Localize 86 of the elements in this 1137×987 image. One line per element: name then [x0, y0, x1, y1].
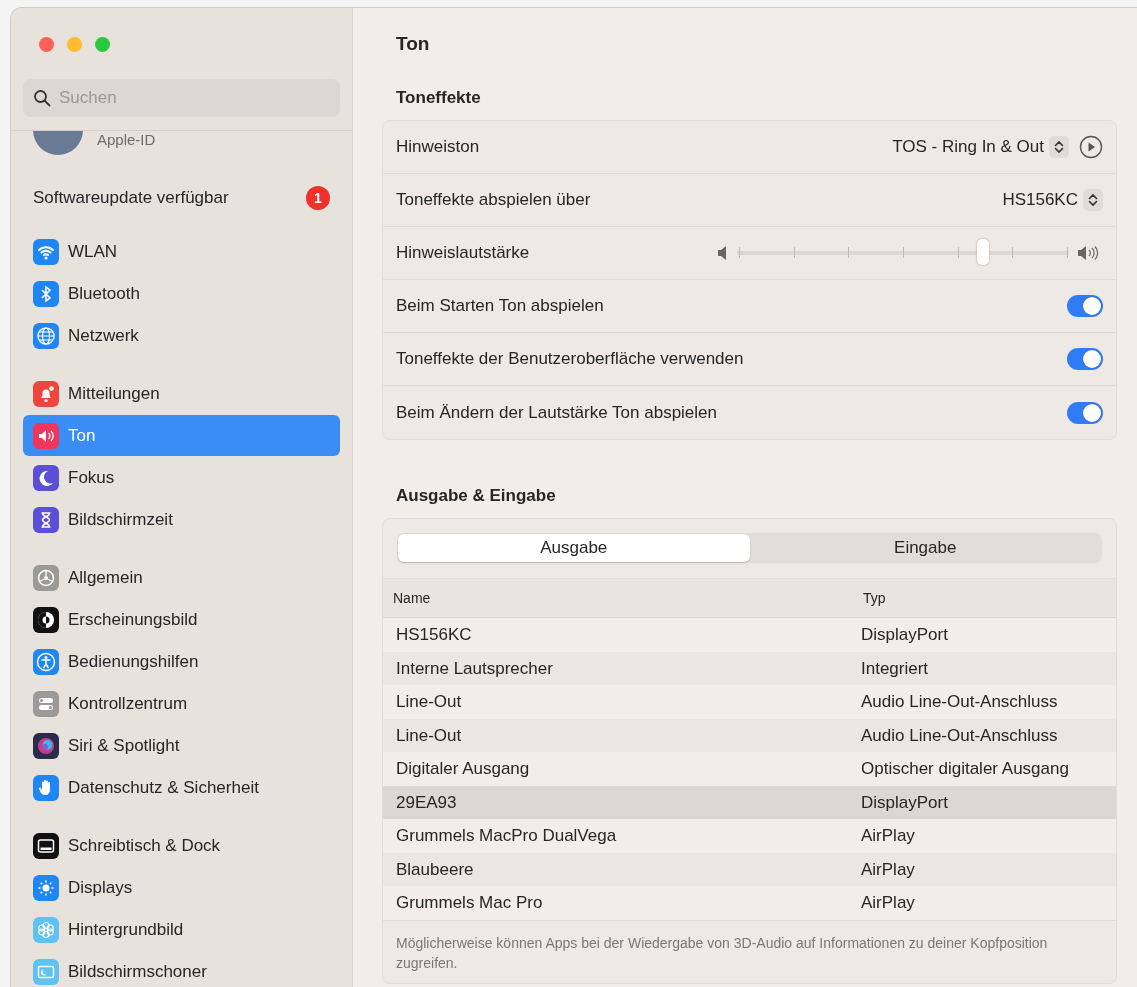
sidebar-item[interactable]: Allgemein: [23, 557, 340, 598]
sidebar-item[interactable]: Bedienungshilfen: [23, 641, 340, 682]
sidebar-item[interactable]: Datenschutz & Sicherheit: [23, 767, 340, 808]
play-button[interactable]: [1079, 135, 1103, 159]
table-cell-text: Line-Out: [396, 691, 463, 713]
table-row[interactable]: Line-Out Audio Line-Out-Anschluss: [383, 685, 1116, 719]
sidebar-item[interactable]: Bildschirmschoner: [23, 951, 340, 987]
update-label[interactable]: Softwareupdate verfügbar: [33, 185, 229, 211]
table-cell-text: HS156KC: [396, 624, 473, 646]
setting-label: Hinweiston: [396, 136, 480, 159]
table-row[interactable]: HS156KC DisplayPort: [383, 618, 1116, 652]
setting-label: Beim Ändern der Lautstärke Ton abspielen: [396, 401, 717, 424]
section-heading: Ausgabe & Eingabe: [395, 485, 557, 505]
accessibility-icon: [33, 648, 59, 675]
sidebar-item[interactable]: Bildschirmzeit: [23, 499, 340, 540]
close-button[interactable]: [39, 36, 54, 52]
segment-tab[interactable]: Ausgabe: [398, 534, 750, 562]
segment-tab[interactable]: Eingabe: [749, 534, 1101, 562]
toggle-switch[interactable]: [1067, 295, 1103, 317]
setting-label: Beim Starten Ton abspielen: [396, 295, 604, 318]
search-field[interactable]: Suchen: [23, 79, 340, 117]
hand-icon: [33, 774, 59, 801]
table-cell-text: AirPlay: [861, 825, 916, 847]
account-label[interactable]: Apple-ID: [97, 131, 156, 151]
table-cell-text: AirPlay: [861, 858, 916, 881]
table-cell-text: DisplayPort: [861, 791, 949, 814]
table-cell-text: Audio Line-Out-Anschluss: [861, 724, 1059, 747]
popup-button[interactable]: HS156KC: [1002, 187, 1103, 213]
notification-count: 1: [306, 186, 330, 210]
globe-icon: [33, 322, 59, 349]
wifi-icon: [33, 238, 59, 265]
table-cell-text: 29EA93: [396, 791, 458, 814]
column-header[interactable]: Name: [393, 587, 858, 609]
table-cell-text: Blaubeere: [396, 858, 475, 881]
table-cell-text: Integriert: [861, 657, 930, 680]
popup-button[interactable]: TOS - Ring In & Out: [892, 134, 1069, 160]
sidebar-item[interactable]: Kontrollzentrum: [23, 683, 340, 724]
sun-icon: [33, 874, 59, 901]
table-cell-text: Audio Line-Out-Anschluss: [861, 691, 1059, 713]
orb-icon: [33, 732, 59, 759]
table-cell-text: Digitaler Ausgang: [396, 758, 531, 780]
sidebar-item[interactable]: Bluetooth: [23, 273, 340, 314]
bell-icon: [33, 380, 59, 407]
toggle-switch[interactable]: [1067, 348, 1103, 370]
column-header[interactable]: Typ: [858, 587, 1106, 609]
bluetooth-icon: [33, 280, 59, 307]
sidebar-item[interactable]: Netzwerk: [23, 315, 340, 356]
gear-icon: [33, 564, 59, 591]
setting-label: Toneffekte der Benutzeroberfläche verwenden: [396, 348, 744, 371]
table-row[interactable]: Grummels MacPro DualVega AirPlay: [383, 819, 1116, 853]
footnote-text: Möglicherweise können Apps bei der Wiedergabe von 3D-Audio auf Informationen zu deiner Kopfposition zugreifen.: [383, 919, 1116, 983]
sidebar-item[interactable]: Siri & Spotlight: [23, 725, 340, 766]
sidebar-item[interactable]: WLAN: [23, 231, 340, 272]
appearance-icon: [33, 606, 59, 633]
table-cell-text: Interne Lautsprecher: [396, 657, 554, 680]
table-cell-text: Grummels Mac Pro: [396, 892, 544, 914]
table-cell-text: Grummels MacPro DualVega: [396, 825, 618, 847]
sidebar-item[interactable]: Mitteilungen: [23, 373, 340, 414]
flower-icon: [33, 916, 59, 943]
stepper-icon: [1083, 189, 1103, 211]
slider-thumb[interactable]: [976, 239, 989, 265]
table-row[interactable]: Grummels Mac Pro AirPlay: [383, 886, 1116, 920]
table-row[interactable]: Digitaler Ausgang Optischer digitaler Ausgang: [383, 752, 1116, 786]
screensaver-icon: [33, 958, 59, 985]
sidebar-item[interactable]: Schreibtisch & Dock: [23, 825, 340, 866]
sidebar-item[interactable]: Fokus: [23, 457, 340, 498]
speaker-icon: [33, 422, 59, 449]
setting-label: Toneffekte abspielen über: [396, 189, 591, 212]
stepper-icon: [1049, 136, 1069, 158]
page-title: Ton: [395, 31, 431, 56]
dock-icon: [33, 832, 59, 859]
table-cell-text: Line-Out: [396, 724, 463, 747]
hourglass-icon: [33, 506, 59, 533]
section-heading: Toneffekte: [395, 87, 482, 107]
table-cell-text: AirPlay: [861, 892, 916, 914]
sidebar-item[interactable]: Erscheinungsbild: [23, 599, 340, 640]
table-row[interactable]: 29EA93 DisplayPort: [383, 785, 1116, 819]
switches-icon: [33, 690, 59, 717]
sidebar-item[interactable]: Displays: [23, 867, 340, 908]
toggle-switch[interactable]: [1067, 401, 1103, 424]
table-cell-text: DisplayPort: [861, 624, 949, 646]
volume-low-icon: [717, 245, 729, 261]
moon-icon: [33, 464, 59, 491]
setting-label: Hinweislautstärke: [396, 242, 530, 265]
sidebar-item[interactable]: Hintergrundbild: [23, 909, 340, 950]
table-cell-text: Optischer digitaler Ausgang: [861, 758, 1070, 780]
